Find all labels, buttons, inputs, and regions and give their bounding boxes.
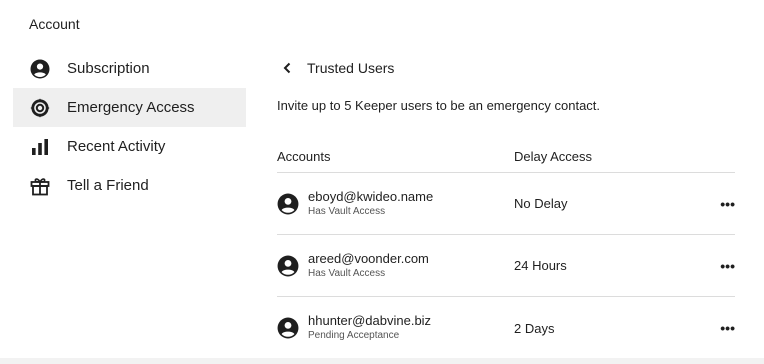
chevron-left-icon — [283, 62, 293, 74]
sidebar-item-tell-a-friend[interactable]: Tell a Friend — [13, 166, 246, 205]
more-options-button[interactable]: ••• — [704, 196, 735, 212]
back-to-trusted-users[interactable]: Trusted Users — [283, 58, 394, 78]
delay-value: No Delay — [514, 196, 568, 211]
table-row: hhunter@dabvine.biz Pending Acceptance 2… — [277, 297, 735, 359]
account-status: Has Vault Access — [308, 205, 386, 217]
user-circle-icon — [277, 317, 299, 339]
section-title: Account — [29, 16, 80, 32]
sidebar-item-label: Emergency Access — [67, 99, 195, 116]
gift-icon — [29, 175, 51, 197]
account-status: Pending Acceptance — [308, 330, 400, 341]
more-options-button[interactable]: ••• — [704, 320, 735, 336]
account-cell: areed@voonder.com Has Vault Access — [277, 251, 514, 281]
trusted-users-table: Accounts Delay Access eboyd@kwideo.name … — [277, 140, 735, 359]
account-cell: eboyd@kwideo.name Has Vault Access — [277, 189, 514, 219]
bar-chart-icon — [29, 136, 51, 158]
user-circle-icon — [277, 193, 299, 215]
page-bottom-band — [0, 358, 764, 364]
lifebuoy-icon — [29, 97, 51, 119]
account-email: eboyd@kwideo.name — [308, 188, 434, 204]
more-options-button[interactable]: ••• — [704, 258, 735, 274]
sidebar-item-emergency-access[interactable]: Emergency Access — [13, 88, 246, 127]
sidebar-item-recent-activity[interactable]: Recent Activity — [13, 127, 246, 166]
sidebar-item-label: Subscription — [67, 60, 150, 77]
account-status: Has Vault Access — [308, 267, 386, 279]
account-cell: hhunter@dabvine.biz Pending Acceptance — [277, 313, 514, 343]
sidebar-item-subscription[interactable]: Subscription — [13, 49, 246, 88]
page-title: Trusted Users — [307, 60, 395, 76]
sidebar-item-label: Tell a Friend — [67, 177, 149, 194]
table-row: areed@voonder.com Has Vault Access 24 Ho… — [277, 235, 735, 297]
account-email: areed@voonder.com — [308, 250, 429, 266]
table-header: Accounts Delay Access — [277, 140, 735, 173]
sidebar: Subscription Emergency Access Recent Act… — [13, 49, 246, 205]
delay-value: 2 Days — [514, 320, 555, 336]
column-header-accounts: Accounts — [277, 148, 331, 164]
delay-value: 24 Hours — [514, 258, 567, 273]
user-circle-icon — [29, 58, 51, 80]
sidebar-item-label: Recent Activity — [67, 138, 166, 155]
column-header-delay-access: Delay Access — [514, 148, 593, 164]
invite-description: Invite up to 5 Keeper users to be an eme… — [277, 98, 601, 113]
account-email: hhunter@dabvine.biz — [308, 313, 432, 328]
table-row: eboyd@kwideo.name Has Vault Access No De… — [277, 173, 735, 235]
user-circle-icon — [277, 255, 299, 277]
